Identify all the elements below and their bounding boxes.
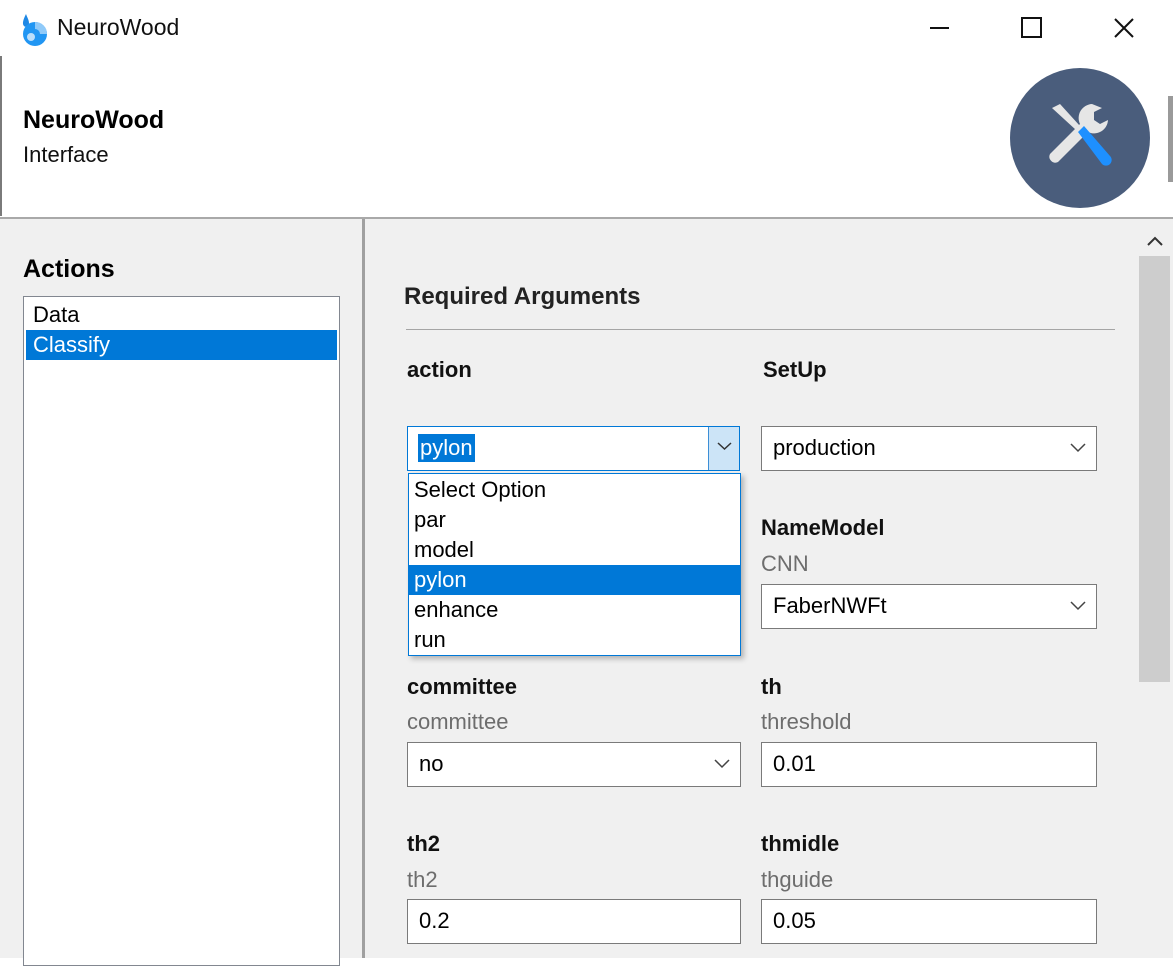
minimize-icon [930, 27, 949, 29]
th-input[interactable]: 0.01 [761, 742, 1097, 787]
th2-label: th2 [407, 831, 440, 856]
dropdown-option[interactable]: Select Option [409, 475, 740, 505]
namemodel-value: FaberNWFt [773, 593, 887, 618]
chevron-down-icon [717, 442, 732, 451]
window-edge [0, 56, 2, 216]
minimize-button[interactable] [894, 0, 986, 56]
thmidle-input[interactable]: 0.05 [761, 899, 1097, 944]
committee-help: committee [407, 709, 509, 734]
list-item-classify[interactable]: Classify [26, 330, 337, 360]
section-title: Required Arguments [404, 283, 641, 310]
actions-pane: Actions Data Classify [0, 219, 362, 966]
chevron-down-icon [1070, 601, 1086, 611]
action-dropdown-list[interactable]: Select Option par model pylon enhance ru… [408, 473, 741, 656]
action-label: action [407, 357, 472, 382]
dropdown-option[interactable]: par [409, 505, 740, 535]
chevron-down-icon [1070, 443, 1086, 453]
th2-value: 0.2 [419, 908, 450, 933]
dropdown-option[interactable]: model [409, 535, 740, 565]
action-combobox[interactable]: pylon [407, 426, 740, 471]
dropdown-option-selected[interactable]: pylon [409, 565, 740, 595]
thmidle-help: thguide [761, 867, 834, 892]
chevron-up-icon [1147, 236, 1163, 246]
namemodel-combobox[interactable]: FaberNWFt [761, 584, 1097, 629]
close-icon [1114, 18, 1134, 38]
window-title: NeuroWood [57, 14, 180, 40]
th-help: threshold [761, 709, 852, 734]
close-button[interactable] [1078, 0, 1170, 56]
tools-icon [1049, 104, 1112, 166]
committee-combobox[interactable]: no [407, 742, 741, 787]
committee-label: committee [407, 674, 518, 699]
action-dropdown-button[interactable] [708, 427, 739, 470]
list-item-data[interactable]: Data [26, 300, 337, 330]
dropdown-option[interactable]: run [409, 625, 740, 655]
tools-logo [1010, 68, 1150, 208]
committee-value: no [419, 751, 444, 776]
th-label: th [761, 674, 782, 699]
maximize-icon [1021, 17, 1042, 38]
actions-list[interactable]: Data Classify [23, 296, 340, 966]
scroll-up-button[interactable] [1137, 229, 1173, 255]
arguments-pane: Required Arguments action pylon SetUp pr… [365, 219, 1137, 958]
actions-title: Actions [23, 255, 115, 283]
dropdown-option[interactable]: enhance [409, 595, 740, 625]
chevron-down-icon [714, 759, 730, 769]
scroll-thumb[interactable] [1139, 256, 1170, 682]
title-bar: NeuroWood [0, 0, 1173, 56]
thmidle-label: thmidle [761, 831, 840, 856]
window-edge [1168, 96, 1173, 182]
section-divider [406, 329, 1115, 330]
action-value: pylon [418, 434, 475, 462]
setup-value: production [773, 435, 876, 460]
header-banner: NeuroWood Interface [0, 56, 1173, 218]
th-value: 0.01 [773, 751, 816, 776]
maximize-button[interactable] [986, 0, 1078, 56]
droplet-logo-icon [18, 10, 50, 46]
setup-label: SetUp [763, 357, 827, 382]
thmidle-value: 0.05 [773, 908, 816, 933]
th2-input[interactable]: 0.2 [407, 899, 741, 944]
vertical-scrollbar[interactable] [1137, 219, 1173, 958]
setup-combobox[interactable]: production [761, 426, 1097, 471]
namemodel-help: CNN [761, 551, 809, 576]
header-title: NeuroWood [23, 106, 165, 134]
th2-help: th2 [407, 867, 438, 892]
namemodel-label: NameModel [761, 515, 885, 540]
header-subtitle: Interface [23, 142, 109, 167]
